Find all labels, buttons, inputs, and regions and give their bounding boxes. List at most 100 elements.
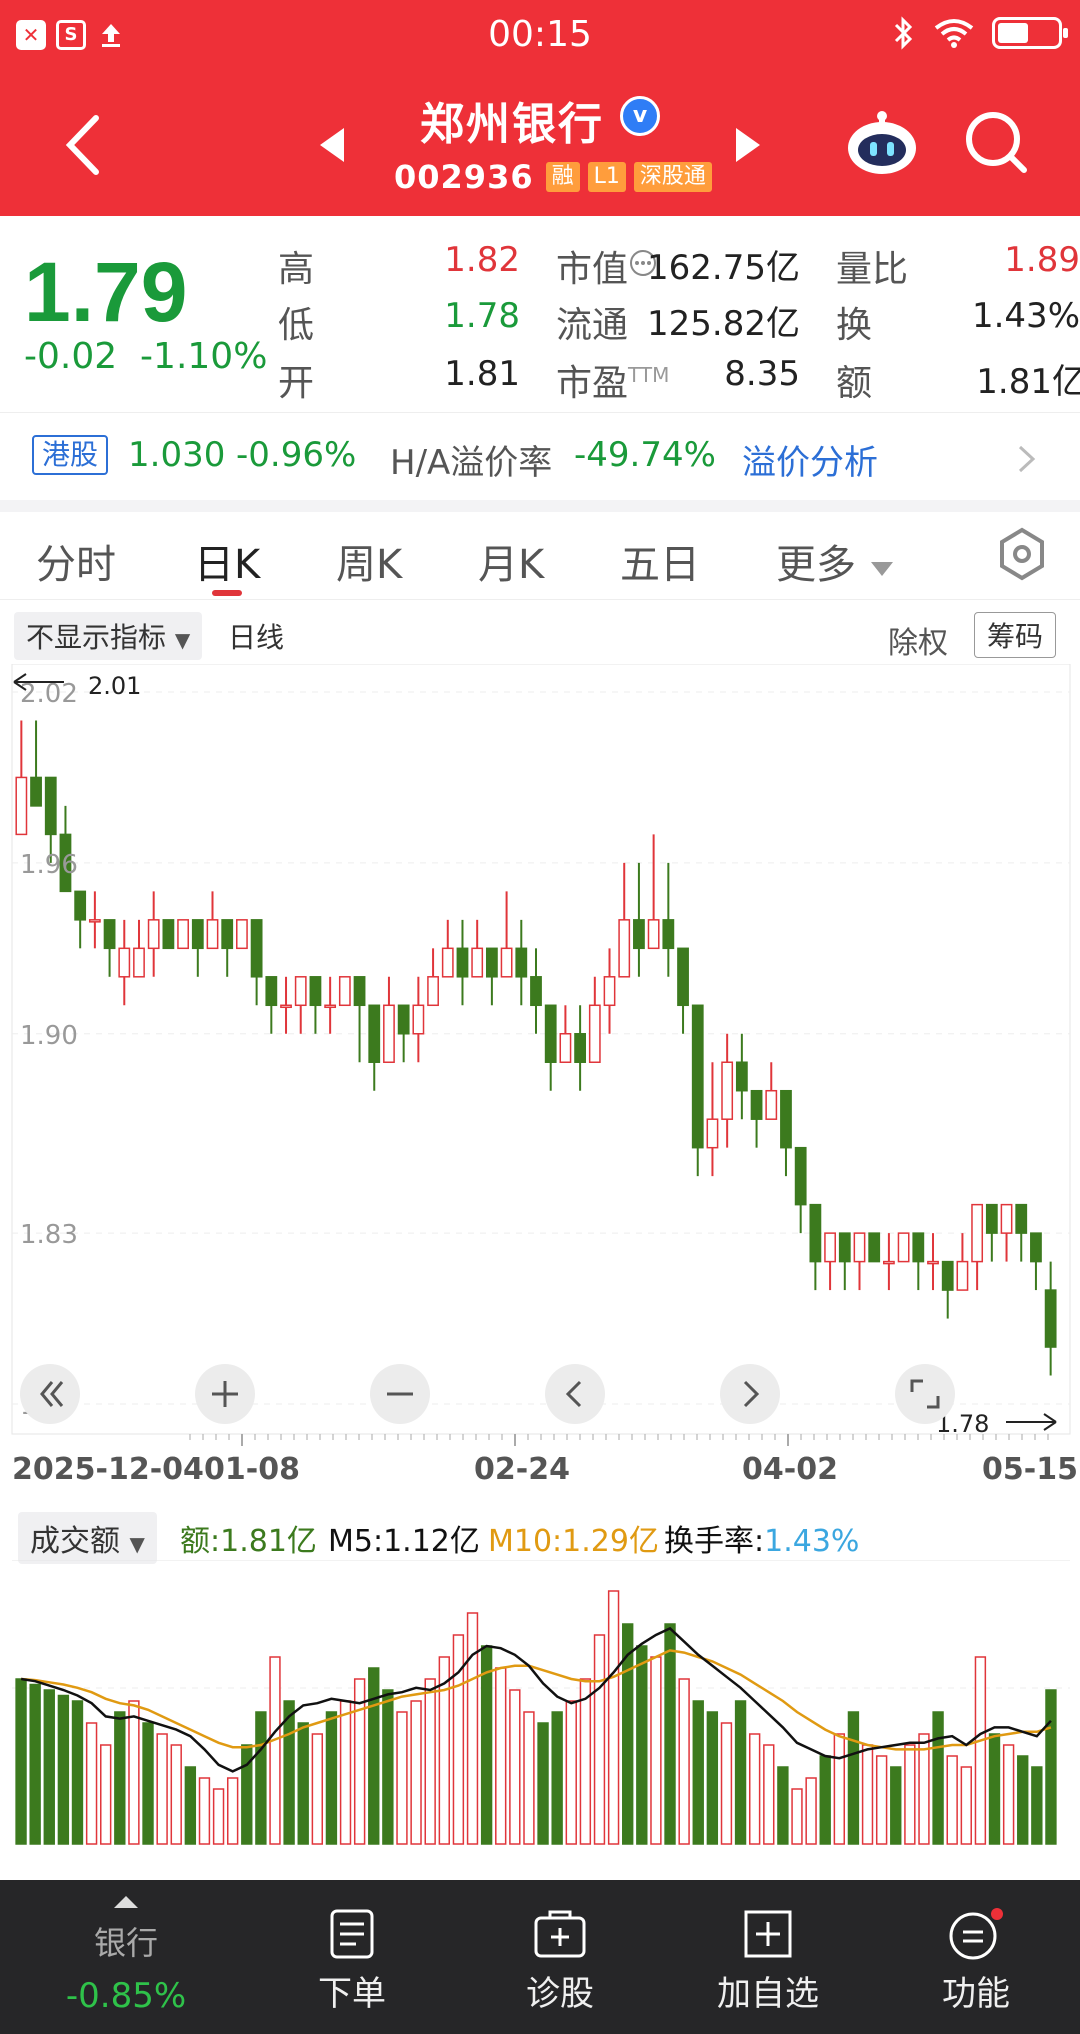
volume-bar-up: [946, 1755, 958, 1845]
order-button[interactable]: 下单: [272, 1908, 432, 2015]
active-tab-indicator: [212, 590, 242, 596]
candle-down: [794, 1146, 807, 1206]
hk-share-row[interactable]: 港股 1.030 -0.96% H/A溢价率 -49.74% 溢价分析: [0, 412, 1080, 500]
tab-more-label: 更多: [776, 542, 856, 588]
premium-analysis-link[interactable]: 溢价分析: [742, 435, 878, 484]
volume-bar-down: [255, 1711, 267, 1845]
chip-distribution-button[interactable]: 筹码: [974, 612, 1057, 658]
candle-down: [868, 1232, 881, 1263]
candle-up: [88, 919, 101, 923]
turnover-label: 换手率:: [664, 1524, 765, 1559]
volume-bar-down: [777, 1766, 789, 1845]
volume-ratio-label: 量比: [836, 249, 909, 290]
candle-down: [397, 1004, 410, 1035]
tab-weekly-k[interactable]: 周K: [336, 532, 402, 590]
premium-value: -49.74%: [574, 435, 716, 475]
pan-right-button[interactable]: [720, 1364, 780, 1424]
candle-down: [838, 1232, 851, 1263]
pe-label: 市盈TTM: [556, 354, 669, 406]
float-cap-label: 流通: [556, 305, 629, 346]
pan-left-button[interactable]: [545, 1364, 605, 1424]
chart-settings-icon[interactable]: [996, 526, 1048, 582]
open-label: 开: [278, 363, 315, 404]
volume-indicator-select[interactable]: 成交额 ▼: [18, 1512, 157, 1564]
volume-bar-up: [974, 1656, 987, 1845]
ex-rights-toggle[interactable]: 除权: [888, 618, 948, 662]
candle-down: [662, 919, 675, 950]
volume-bar-up: [861, 1744, 874, 1845]
volume-bar-down: [71, 1700, 84, 1845]
volume-bar-down: [1017, 1755, 1029, 1845]
candle-up: [706, 1118, 719, 1149]
tab-intraday[interactable]: 分时: [36, 532, 116, 590]
back-icon[interactable]: [58, 110, 110, 180]
shenzhen-connect-tag: 深股通: [633, 162, 712, 192]
candle-up: [177, 919, 189, 950]
volume-ratio-value: 1.89: [1004, 240, 1080, 280]
y-tick-label: 1.90: [20, 1021, 78, 1051]
ai-assistant-icon[interactable]: [846, 108, 918, 176]
volume-select-label: 成交额: [30, 1524, 120, 1559]
candle-up: [647, 919, 660, 950]
next-stock-icon[interactable]: [734, 126, 762, 164]
app-header: ✕ S 00:15 郑州银行 v 002936 融 L1 深股通: [0, 0, 1080, 216]
candle-down: [162, 919, 175, 950]
status-icons-right: [892, 16, 1068, 50]
dropdown-triangle-icon: ▼: [174, 628, 191, 652]
candle-down: [515, 947, 528, 978]
sector-indicator[interactable]: 银行 -0.85%: [56, 1894, 196, 2016]
candle-up: [236, 919, 248, 950]
volume-bar-down: [819, 1755, 831, 1845]
candle-down: [221, 919, 234, 950]
volume-bar-down: [297, 1722, 309, 1845]
margin-tag: 融: [545, 162, 580, 192]
candle-up: [383, 1004, 395, 1063]
candle-down: [456, 947, 469, 978]
tab-more[interactable]: 更多: [776, 532, 895, 590]
market-cap-label: 市值: [556, 249, 629, 290]
diagnose-button[interactable]: 诊股: [480, 1908, 640, 2015]
stock-code-row: 002936 融 L1 深股通: [394, 158, 712, 196]
scroll-to-start-button[interactable]: [20, 1364, 80, 1424]
fullscreen-button[interactable]: [895, 1364, 955, 1424]
volume-m10: M10:1.29亿: [488, 1524, 659, 1559]
tab-five-day[interactable]: 五日: [620, 532, 700, 590]
x-label-start: 2025-12-04: [12, 1452, 204, 1487]
indicator-select[interactable]: 不显示指标 ▼: [14, 612, 203, 660]
add-watchlist-button[interactable]: 加自选: [688, 1908, 848, 2015]
dropdown-triangle-icon: [870, 562, 893, 576]
volume-chart[interactable]: [0, 1560, 1080, 1852]
volume-bar-down: [15, 1678, 27, 1845]
tab-monthly-k[interactable]: 月K: [478, 532, 544, 590]
m10-line: [21, 1649, 1052, 1751]
zoom-out-button[interactable]: [370, 1364, 430, 1424]
volume-bar-down: [1031, 1766, 1043, 1845]
add-watchlist-label: 加自选: [717, 1974, 819, 2014]
caret-up-icon: [114, 1896, 138, 1908]
dropdown-triangle-icon: ▼: [129, 1532, 145, 1556]
volume-amount: 额:1.81亿: [180, 1524, 317, 1559]
volume-bars: [15, 1590, 1057, 1845]
candle-down: [530, 976, 542, 1007]
volume-bar-up: [466, 1612, 479, 1845]
x-label-0224: 02-24: [474, 1452, 570, 1487]
volume-bar-down: [932, 1711, 944, 1845]
tab-daily-k[interactable]: 日K: [194, 532, 260, 590]
candle-up: [500, 947, 513, 978]
premium-label: H/A溢价率: [390, 443, 553, 483]
previous-stock-icon[interactable]: [318, 126, 346, 164]
zoom-in-button[interactable]: [195, 1364, 255, 1424]
volume-bar-down: [664, 1623, 676, 1845]
candle-down: [809, 1203, 822, 1263]
chart-controls: 不显示指标 ▼ 日线 除权 筹码: [0, 602, 1080, 664]
candlestick-chart[interactable]: 2.021.961.901.831.77 2.01 1.78: [0, 664, 1080, 1450]
search-icon[interactable]: [962, 108, 1032, 178]
functions-button[interactable]: 功能: [896, 1908, 1056, 2015]
volume-bar-up: [212, 1788, 225, 1845]
volume-controls: 成交额 ▼ 额:1.81亿 M5:1.12亿 M10:1.29亿 换手率:1.4…: [0, 1510, 1080, 1564]
volume-bar-up: [650, 1656, 662, 1845]
volume-bar-down: [57, 1694, 70, 1845]
volume-bar-down: [114, 1711, 126, 1845]
volume-bar-down: [692, 1700, 704, 1845]
candle-down: [30, 776, 42, 807]
